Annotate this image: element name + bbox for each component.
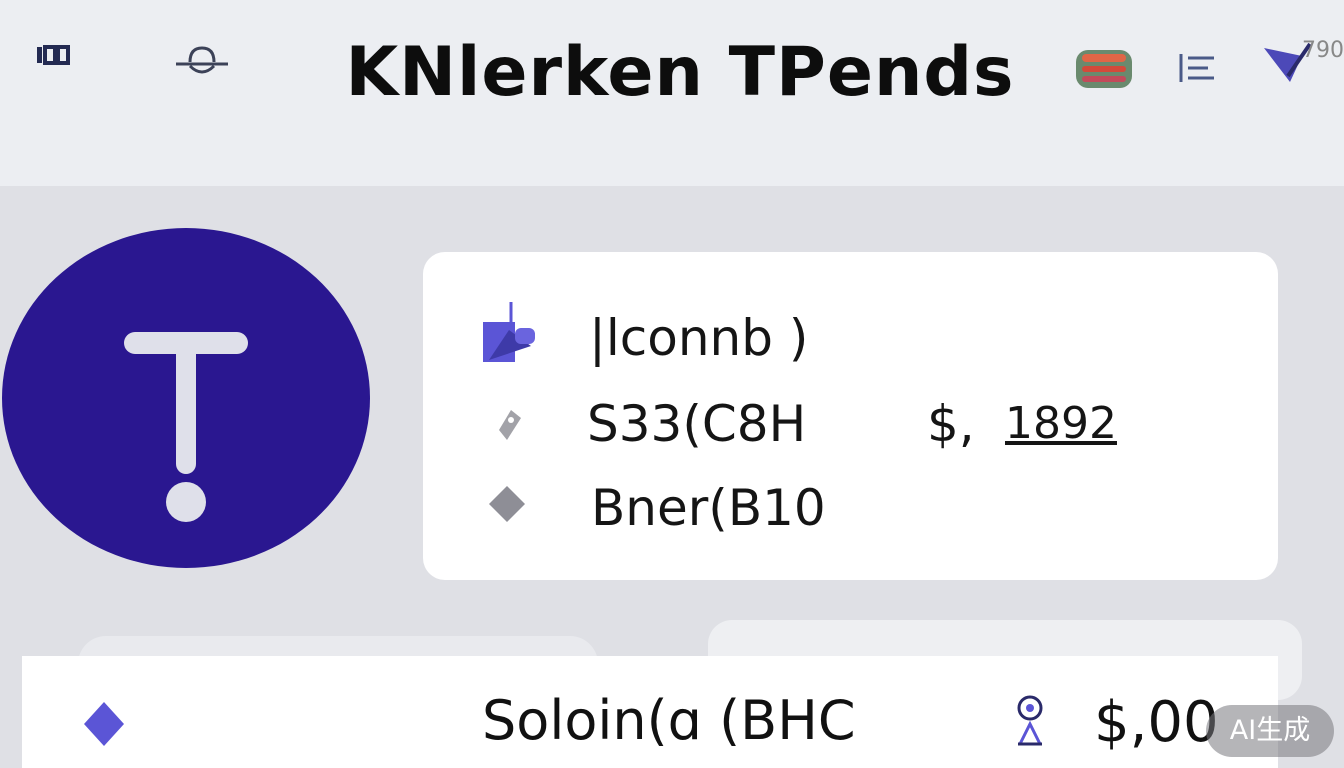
page-title: KNlerken TPends xyxy=(345,33,1015,112)
lock-icon xyxy=(481,300,539,368)
t-letter-icon xyxy=(124,332,248,522)
row-price-value: $, xyxy=(927,395,975,453)
ai-generated-badge: AI生成 xyxy=(1206,705,1334,757)
wallet-icon[interactable] xyxy=(1074,46,1134,94)
row-price-extra: 1892 xyxy=(1005,398,1117,449)
profile-icon[interactable] xyxy=(174,44,230,84)
row-network-label: Bner(B10 xyxy=(591,479,826,537)
diamond-icon xyxy=(487,484,527,528)
list-item-label: Soloin(ɑ (BHC xyxy=(482,689,856,752)
diamond-icon xyxy=(82,700,126,752)
pin-icon xyxy=(1014,694,1046,752)
list-icon[interactable] xyxy=(1178,52,1218,88)
row-symbol-label: S33(C8H xyxy=(587,395,807,453)
corner-label: 790 xyxy=(1302,38,1344,63)
row-name-label: |lconnb ) xyxy=(589,309,809,367)
coin-logo xyxy=(2,228,370,568)
list-item-price: $,00 xyxy=(1094,690,1219,755)
grid-icon[interactable] xyxy=(36,44,74,70)
top-bar: KNlerken TPends 790 xyxy=(0,0,1344,186)
tag-icon xyxy=(495,408,523,446)
list-item[interactable]: Soloin(ɑ (BHC $,00 xyxy=(22,656,1278,768)
coin-info-card: |lconnb ) S33(C8H $, 1892 Bner(B10 xyxy=(423,252,1278,580)
